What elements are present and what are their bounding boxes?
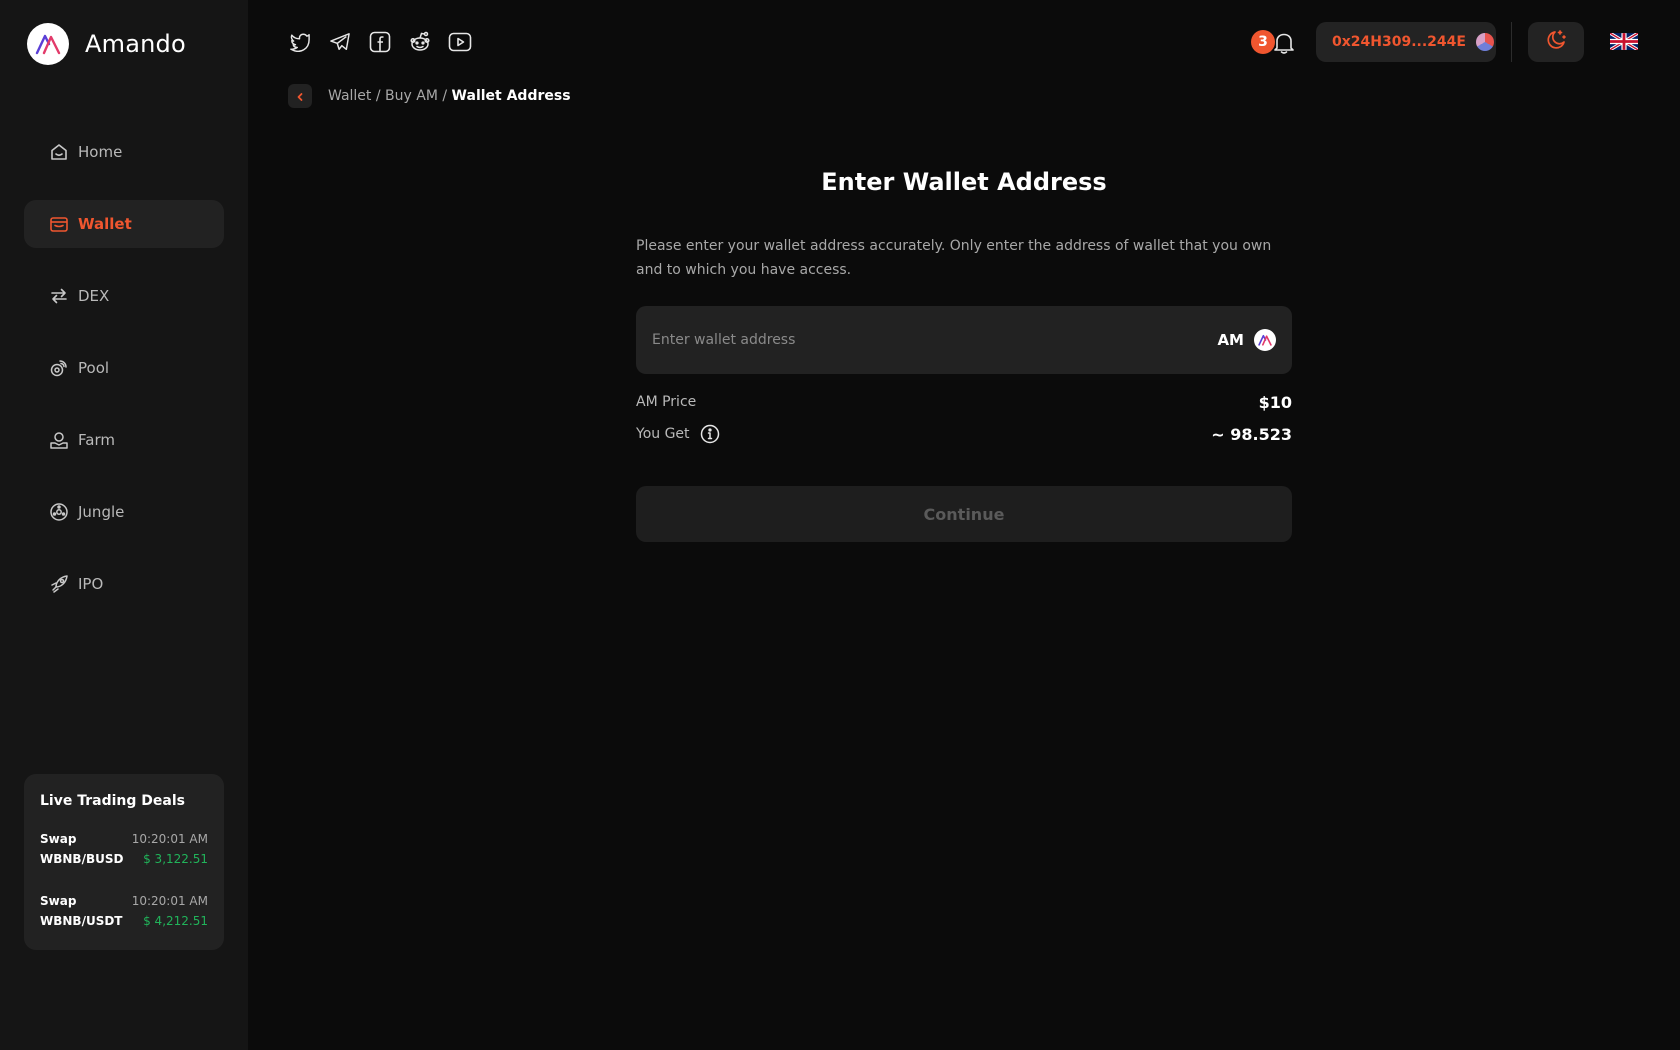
reddit-icon[interactable] — [408, 30, 432, 54]
wallet-avatar — [1475, 33, 1494, 51]
sidebar-item-label: Farm — [78, 431, 115, 449]
deal-amount: $ 3,122.51 — [143, 852, 208, 866]
breadcrumb-trail: Wallet / Buy AM / Wallet Address — [328, 88, 571, 104]
breadcrumb: Wallet / Buy AM / Wallet Address — [288, 84, 571, 108]
sidebar-nav: Home Wallet DEX Pool Farm Jungle IPO — [24, 128, 224, 632]
deal-pair: WBNB/BUSD — [40, 852, 124, 866]
sidebar-item-label: Pool — [78, 359, 110, 377]
brand-logo-icon — [27, 23, 69, 65]
info-icon[interactable] — [700, 424, 720, 444]
live-trading-title: Live Trading Deals — [40, 793, 185, 809]
chevron-left-icon — [295, 87, 305, 106]
sidebar: Amando Home Wallet DEX Pool Farm Jungle … — [0, 0, 248, 1050]
deal-amount: $ 4,212.51 — [143, 914, 208, 928]
moon-icon — [1544, 28, 1568, 56]
breadcrumb-separator: / — [371, 88, 386, 104]
token-selector[interactable]: AM — [1217, 329, 1276, 351]
youtube-icon[interactable] — [448, 30, 472, 54]
wallet-address: 0x24H309...244E — [1332, 34, 1466, 50]
sidebar-item-label: IPO — [78, 575, 104, 593]
header-divider — [1511, 22, 1512, 62]
price-label: AM Price — [636, 394, 697, 410]
am-token-icon — [1254, 329, 1276, 351]
list-item[interactable]: Swap 10:20:01 AM WBNB/USDT $ 4,212.51 — [40, 891, 208, 931]
deal-type: Swap — [40, 832, 77, 846]
sidebar-item-wallet[interactable]: Wallet — [24, 200, 224, 248]
receive-value: ~ 98.523 — [1211, 424, 1292, 444]
breadcrumb-current: Wallet Address — [451, 88, 571, 104]
pool-icon — [48, 357, 70, 379]
price-value: $10 — [1258, 392, 1292, 412]
rocket-icon — [48, 573, 70, 595]
bell-icon — [1271, 30, 1297, 56]
uk-flag-icon[interactable] — [1609, 31, 1639, 52]
wallet-icon — [48, 213, 70, 235]
token-label: AM — [1217, 331, 1244, 349]
breadcrumb-link-wallet[interactable]: Wallet — [328, 88, 371, 104]
notifications[interactable]: 3 — [1251, 30, 1297, 54]
brand-name: Amando — [85, 30, 186, 58]
sidebar-item-label: Wallet — [78, 215, 132, 233]
jungle-icon — [48, 501, 70, 523]
brand[interactable]: Amando — [27, 23, 186, 65]
facebook-icon[interactable] — [368, 30, 392, 54]
page-description: Please enter your wallet address accurat… — [636, 238, 1272, 278]
breadcrumb-separator: / — [437, 88, 452, 104]
sidebar-item-dex[interactable]: DEX — [24, 272, 224, 320]
sidebar-item-pool[interactable]: Pool — [24, 344, 224, 392]
sidebar-item-label: DEX — [78, 287, 110, 305]
receive-label-group: You Get — [636, 424, 720, 444]
swap-arrows-icon — [48, 285, 70, 307]
wallet-address-field[interactable]: AM — [636, 306, 1292, 374]
deal-pair: WBNB/USDT — [40, 914, 123, 928]
price-row: AM Price $10 — [636, 386, 1292, 418]
telegram-icon[interactable] — [328, 30, 352, 54]
home-icon — [48, 141, 70, 163]
farm-icon — [48, 429, 70, 451]
sidebar-item-ipo[interactable]: IPO — [24, 560, 224, 608]
page-title: Enter Wallet Address — [821, 168, 1107, 196]
twitter-icon[interactable] — [288, 30, 312, 54]
back-button[interactable] — [288, 84, 312, 108]
receive-label: You Get — [636, 426, 690, 442]
sidebar-item-label: Home — [78, 143, 123, 161]
deal-time: 10:20:01 AM — [131, 832, 208, 846]
social-links — [288, 30, 488, 54]
sidebar-item-farm[interactable]: Farm — [24, 416, 224, 464]
theme-toggle-button[interactable] — [1528, 22, 1584, 62]
deal-time: 10:20:01 AM — [131, 894, 208, 908]
sidebar-item-jungle[interactable]: Jungle — [24, 488, 224, 536]
continue-button[interactable]: Continue — [636, 486, 1292, 542]
wallet-address-input[interactable] — [652, 332, 1218, 348]
connected-wallet-button[interactable]: 0x24H309...244E — [1316, 22, 1496, 62]
sidebar-item-home[interactable]: Home — [24, 128, 224, 176]
list-item[interactable]: Swap 10:20:01 AM WBNB/BUSD $ 3,122.51 — [40, 829, 208, 869]
main-panel: Enter Wallet Address Please enter your w… — [636, 160, 1292, 542]
deal-type: Swap — [40, 894, 77, 908]
live-trading-deals: Live Trading Deals Swap 10:20:01 AM WBNB… — [24, 774, 224, 950]
receive-row: You Get ~ 98.523 — [636, 418, 1292, 450]
breadcrumb-link-buy-am[interactable]: Buy AM — [385, 88, 438, 104]
sidebar-item-label: Jungle — [78, 503, 125, 521]
